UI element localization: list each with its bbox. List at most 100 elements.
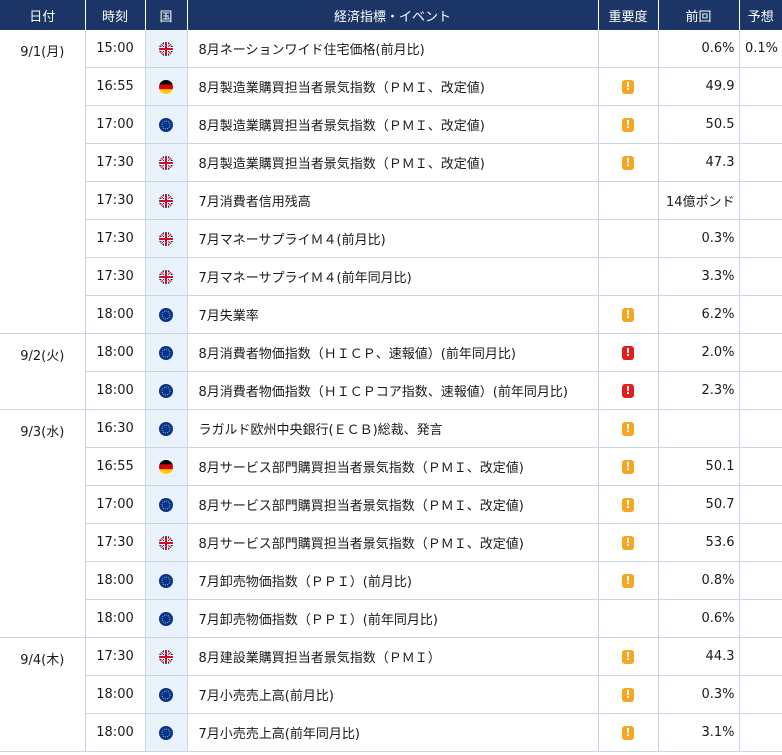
event-cell: 7月マネーサプライＭ４(前月比): [187, 219, 599, 258]
eu-flag-icon: [159, 421, 173, 436]
germany-flag-icon: [159, 459, 173, 474]
previous-value-cell: 3.3%: [658, 257, 740, 296]
time-cell: 18:00: [85, 295, 146, 334]
country-cell: [145, 105, 188, 144]
table-row: 17:30 7月マネーサプライＭ４(前月比) 0.3%: [0, 219, 782, 258]
previous-value-cell: 0.8%: [658, 561, 740, 600]
importance-mid-icon: !: [622, 725, 634, 740]
forecast-value-cell: [739, 143, 782, 182]
time-cell: 18:00: [85, 333, 146, 372]
table-row: 9/1(月) 15:00 8月ネーションワイド住宅価格(前月比) 0.6% 0.1%: [0, 30, 782, 334]
table-row: 18:00 7月小売売上高(前年同月比)! 3.1%: [0, 713, 782, 752]
column-header-event: 経済指標・イベント: [187, 0, 599, 30]
event-cell: 7月小売売上高(前月比): [187, 675, 599, 714]
previous-value-cell: 44.3: [658, 637, 740, 676]
forecast-value-cell: [739, 485, 782, 524]
country-cell: [145, 30, 188, 68]
importance-cell: !: [598, 333, 659, 372]
column-header-forecast: 予想: [739, 0, 782, 30]
country-cell: [145, 371, 188, 410]
header-row: 日付 時刻 国 経済指標・イベント 重要度 前回 予想: [0, 0, 782, 30]
event-cell: 7月卸売物価指数（ＰＰＩ）(前月比): [187, 561, 599, 600]
importance-cell: [598, 181, 659, 220]
previous-value-cell: 50.1: [658, 447, 740, 486]
table-row: 18:00 7月失業率! 6.2%: [0, 295, 782, 334]
importance-mid-icon: !: [622, 649, 634, 664]
forecast-value-cell: [739, 257, 782, 296]
country-cell: [145, 257, 188, 296]
importance-cell: !: [598, 675, 659, 714]
previous-value-cell: [658, 409, 740, 448]
importance-mid-icon: !: [622, 307, 634, 322]
time-cell: 18:00: [85, 561, 146, 600]
country-cell: [145, 333, 188, 372]
time-cell: 17:00: [85, 105, 146, 144]
importance-high-icon: !: [622, 383, 634, 398]
forecast-value-cell: [739, 637, 782, 676]
previous-value-cell: 50.5: [658, 105, 740, 144]
previous-value-cell: 2.0%: [658, 333, 740, 372]
previous-value-cell: 0.6%: [658, 599, 740, 638]
eu-flag-icon: [159, 611, 173, 626]
uk-flag-icon: [159, 155, 173, 170]
time-cell: 15:00: [85, 30, 146, 68]
importance-cell: !: [598, 713, 659, 752]
eu-flag-icon: [159, 687, 173, 702]
event-cell: 7月マネーサプライＭ４(前年同月比): [187, 257, 599, 296]
event-cell: 8月サービス部門購買担当者景気指数（ＰＭＩ、改定値): [187, 447, 599, 486]
forecast-value-cell: [739, 561, 782, 600]
importance-cell: !: [598, 409, 659, 448]
eu-flag-icon: [159, 345, 173, 360]
forecast-value-cell: [739, 219, 782, 258]
country-cell: [145, 67, 188, 106]
importance-mid-icon: !: [622, 421, 634, 436]
table-row: 18:00 8月消費者物価指数（ＨＩＣＰコア指数、速報値）(前年同月比)! 2.3%: [0, 371, 782, 410]
time-cell: 17:30: [85, 143, 146, 182]
importance-mid-icon: !: [622, 155, 634, 170]
previous-value-cell: 49.9: [658, 67, 740, 106]
table-row: 17:00 8月サービス部門購買担当者景気指数（ＰＭＩ、改定値)! 50.7: [0, 485, 782, 524]
table-row: 17:30 8月サービス部門購買担当者景気指数（ＰＭＩ、改定値)! 53.6: [0, 523, 782, 562]
previous-value-cell: 53.6: [658, 523, 740, 562]
previous-value-cell: 47.3: [658, 143, 740, 182]
time-cell: 17:30: [85, 257, 146, 296]
table-row: 16:55 8月サービス部門購買担当者景気指数（ＰＭＩ、改定値)! 50.1: [0, 447, 782, 486]
importance-mid-icon: !: [622, 117, 634, 132]
importance-high-icon: !: [622, 345, 634, 360]
time-cell: 16:30: [85, 409, 146, 448]
importance-cell: !: [598, 105, 659, 144]
eu-flag-icon: [159, 383, 173, 398]
forecast-value-cell: [739, 105, 782, 144]
event-cell: 8月製造業購買担当者景気指数（ＰＭＩ、改定値): [187, 143, 599, 182]
event-cell: 8月消費者物価指数（ＨＩＣＰ、速報値）(前年同月比): [187, 333, 599, 372]
importance-mid-icon: !: [622, 459, 634, 474]
time-cell: 18:00: [85, 599, 146, 638]
table-row: 18:00 7月卸売物価指数（ＰＰＩ）(前年同月比) 0.6%: [0, 599, 782, 638]
importance-cell: [598, 219, 659, 258]
event-cell: 7月失業率: [187, 295, 599, 334]
table-row: 17:30 7月消費者信用残高 14億ポンド: [0, 181, 782, 220]
eu-flag-icon: [159, 117, 173, 132]
country-cell: [145, 561, 188, 600]
germany-flag-icon: [159, 79, 173, 94]
importance-cell: [598, 599, 659, 638]
importance-mid-icon: !: [622, 497, 634, 512]
forecast-value-cell: [739, 67, 782, 106]
event-cell: ラガルド欧州中央銀行(ＥＣＢ)総裁、発言: [187, 409, 599, 448]
importance-cell: [598, 257, 659, 296]
event-cell: 7月消費者信用残高: [187, 181, 599, 220]
previous-value-cell: 2.3%: [658, 371, 740, 410]
country-cell: [145, 675, 188, 714]
previous-value-cell: 0.6%: [658, 30, 740, 68]
event-cell: 8月ネーションワイド住宅価格(前月比): [187, 30, 599, 68]
eu-flag-icon: [159, 573, 173, 588]
table-row: 18:00 7月卸売物価指数（ＰＰＩ）(前月比)! 0.8%: [0, 561, 782, 600]
date-cell: 9/4(木): [0, 637, 86, 752]
event-cell: 7月小売売上高(前年同月比): [187, 713, 599, 752]
uk-flag-icon: [159, 269, 173, 284]
date-cell: 9/1(月): [0, 30, 86, 334]
importance-mid-icon: !: [622, 535, 634, 550]
event-cell: 8月消費者物価指数（ＨＩＣＰコア指数、速報値）(前年同月比): [187, 371, 599, 410]
country-cell: [145, 637, 188, 676]
event-cell: 8月建設業購買担当者景気指数（ＰＭＩ）: [187, 637, 599, 676]
